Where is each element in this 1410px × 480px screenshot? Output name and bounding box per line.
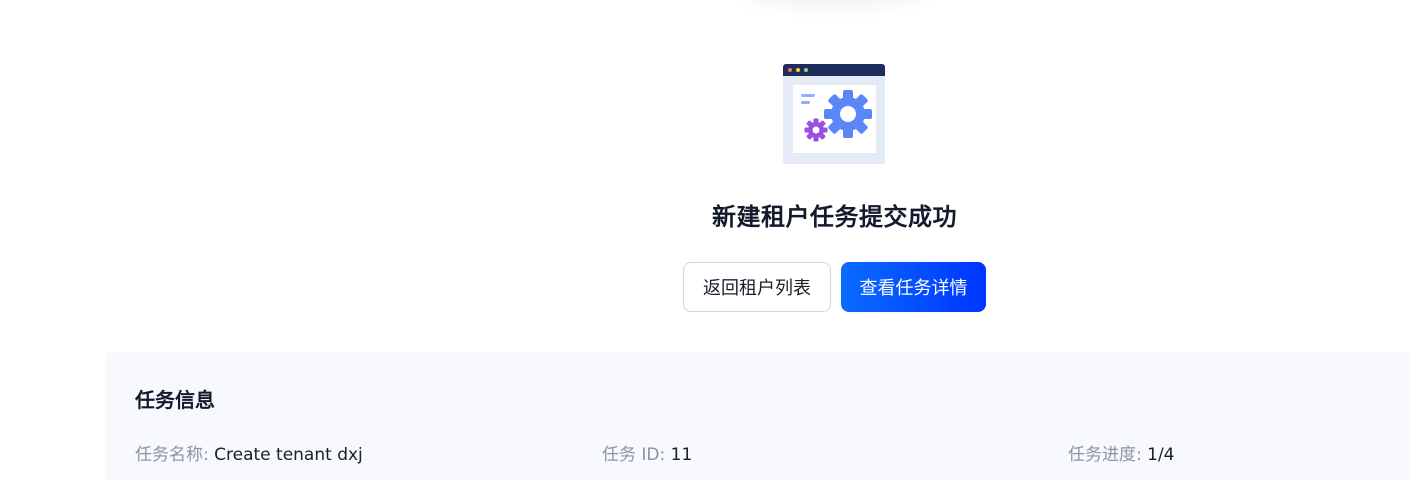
task-id-field: 任务 ID: 11 — [602, 440, 692, 465]
back-to-tenant-list-button[interactable]: 返回租户列表 — [683, 262, 831, 312]
task-id-value: 11 — [670, 445, 693, 465]
task-info-title: 任务信息 — [135, 388, 215, 412]
settings-window-icon — [782, 63, 886, 167]
task-id-label: 任务 ID: — [602, 445, 666, 465]
result-title: 新建租户任务提交成功 — [712, 203, 957, 231]
task-name-field: 任务名称: Create tenant dxj — [135, 440, 363, 465]
task-progress-value: 1/4 — [1147, 445, 1175, 465]
task-progress-label: 任务进度: — [1068, 445, 1142, 465]
task-info-panel: 任务信息 任务名称: Create tenant dxj 任务 ID: 11 任… — [105, 352, 1410, 480]
task-name-label: 任务名称: — [135, 445, 209, 465]
task-name-value: Create tenant dxj — [214, 445, 363, 465]
view-task-details-button[interactable]: 查看任务详情 — [841, 262, 986, 312]
task-progress-field: 任务进度: 1/4 — [1068, 440, 1175, 465]
